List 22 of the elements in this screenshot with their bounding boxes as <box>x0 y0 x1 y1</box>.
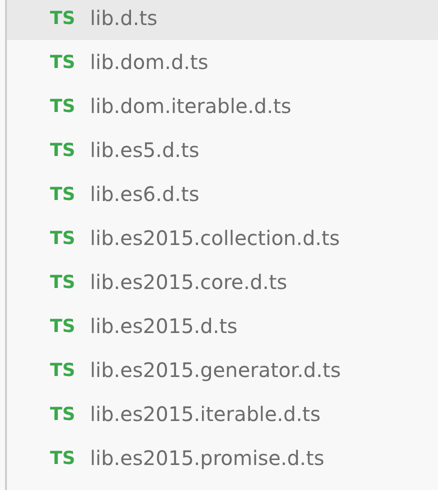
file-item[interactable]: TS lib.es2015.iterable.d.ts <box>7 392 438 436</box>
typescript-file-icon: TS <box>50 316 90 336</box>
typescript-file-icon: TS <box>50 8 90 28</box>
file-item[interactable]: TS lib.es2015.core.d.ts <box>7 260 438 304</box>
typescript-file-icon: TS <box>50 96 90 116</box>
file-item[interactable]: TS lib.dom.d.ts <box>7 40 438 84</box>
file-item[interactable]: TS lib.es2015.promise.d.ts <box>7 436 438 480</box>
file-item[interactable]: TS lib.es5.d.ts <box>7 128 438 172</box>
file-item[interactable]: TS lib.es2015.generator.d.ts <box>7 348 438 392</box>
typescript-file-icon: TS <box>50 404 90 424</box>
file-item[interactable]: TS lib.d.ts <box>7 0 438 40</box>
typescript-file-icon: TS <box>50 140 90 160</box>
typescript-file-icon: TS <box>50 52 90 72</box>
file-item[interactable]: TS lib.dom.iterable.d.ts <box>7 84 438 128</box>
typescript-file-icon: TS <box>50 360 90 380</box>
file-item[interactable]: TS lib.es2015.collection.d.ts <box>7 216 438 260</box>
typescript-file-icon: TS <box>50 184 90 204</box>
file-item[interactable]: TS lib.es6.d.ts <box>7 172 438 216</box>
typescript-file-icon: TS <box>50 272 90 292</box>
typescript-file-icon: TS <box>50 228 90 248</box>
typescript-file-icon: TS <box>50 448 90 468</box>
file-item[interactable]: TS lib.es2015.d.ts <box>7 304 438 348</box>
